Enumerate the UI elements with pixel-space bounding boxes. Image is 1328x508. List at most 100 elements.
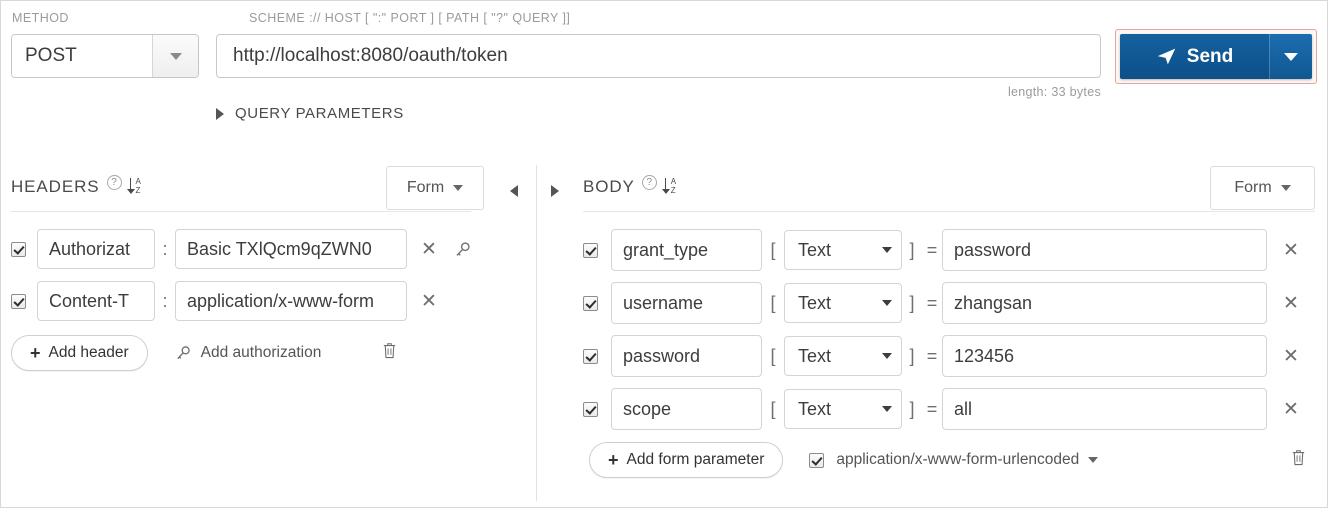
http-request-editor: METHOD SCHEME :// HOST [ ":" PORT ] [ PA…	[0, 0, 1328, 508]
url-value: http://localhost:8080/oauth/token	[233, 45, 508, 66]
body-pane: BODY ? A Z Form grant_type [Text] = pa…	[537, 161, 1327, 507]
param-type-select[interactable]: Text	[784, 230, 902, 270]
query-parameters-toggle[interactable]: QUERY PARAMETERS	[216, 105, 404, 122]
add-form-parameter-button[interactable]: + Add form parameter	[589, 442, 784, 478]
content-type-select[interactable]: application/x-www-form-urlencoded	[836, 451, 1099, 469]
method-select[interactable]: POST	[11, 34, 199, 78]
param-enabled-checkbox[interactable]	[583, 348, 598, 364]
headers-header: HEADERS ? A Z Form	[1, 161, 536, 213]
sort-az-icon[interactable]: A Z	[662, 177, 680, 196]
header-name-value: Content-T	[49, 290, 130, 311]
param-name-input[interactable]: username	[611, 282, 762, 324]
headers-rows: Authorizat : Basic TXlQcm9qZWN0 ✕ Conten…	[11, 229, 526, 371]
remove-param-icon[interactable]: ✕	[1267, 347, 1315, 366]
equals-sign: =	[926, 345, 938, 366]
url-input[interactable]: http://localhost:8080/oauth/token	[216, 34, 1101, 78]
help-icon[interactable]: ?	[641, 175, 657, 190]
add-header-button[interactable]: + Add header	[11, 335, 148, 371]
bracket-open: [	[770, 345, 776, 366]
header-value-input[interactable]: Basic TXlQcm9qZWN0	[175, 229, 407, 269]
request-length-note: length: 33 bytes	[1007, 85, 1101, 99]
chevron-down-icon	[882, 406, 892, 412]
sort-az-icon[interactable]: A Z	[127, 177, 145, 196]
body-view-mode-select[interactable]: Form	[1210, 166, 1315, 210]
header-separator: :	[162, 290, 168, 311]
add-header-label: Add header	[48, 344, 129, 361]
delete-body-button[interactable]	[1290, 448, 1307, 472]
delete-headers-button[interactable]	[381, 341, 398, 365]
param-value-input[interactable]: all	[942, 388, 1267, 430]
add-authorization-label: Add authorization	[200, 344, 322, 361]
param-type-value: Text	[798, 398, 832, 419]
headers-pane: HEADERS ? A Z Form Authorizat: Basic TX…	[1, 161, 536, 507]
table-row: Authorizat : Basic TXlQcm9qZWN0 ✕	[11, 229, 526, 269]
param-enabled-checkbox[interactable]	[583, 242, 598, 258]
headers-view-mode-select[interactable]: Form	[386, 166, 484, 210]
param-value-input[interactable]: 123456	[942, 335, 1267, 377]
param-type-select[interactable]: Text	[784, 389, 902, 429]
send-options-button[interactable]	[1269, 34, 1312, 79]
body-expand-button[interactable]	[551, 185, 559, 197]
param-value-input[interactable]: zhangsan	[942, 282, 1267, 324]
param-enabled-checkbox[interactable]	[583, 401, 598, 417]
query-parameters-label: QUERY PARAMETERS	[235, 105, 404, 122]
header-enabled-checkbox[interactable]	[11, 293, 26, 309]
equals-sign: =	[926, 239, 938, 260]
help-icon[interactable]: ?	[106, 175, 122, 190]
remove-param-icon[interactable]: ✕	[1267, 241, 1315, 260]
param-enabled-checkbox[interactable]	[583, 295, 598, 311]
header-separator: :	[162, 238, 168, 259]
remove-param-icon[interactable]: ✕	[1267, 294, 1315, 313]
header-name-input[interactable]: Content-T	[37, 281, 155, 321]
chevron-down-icon	[882, 300, 892, 306]
equals-sign: =	[926, 398, 938, 419]
body-view-mode-label: Form	[1234, 179, 1272, 196]
param-name-value: password	[623, 345, 701, 366]
chevron-down-icon	[453, 185, 464, 191]
header-value-text: application/x-www-form	[187, 290, 375, 311]
key-icon	[455, 241, 470, 256]
headers-actions: + Add header Add authorization	[11, 335, 526, 371]
content-type-enabled-checkbox[interactable]	[809, 452, 825, 468]
param-type-select[interactable]: Text	[784, 336, 902, 376]
plus-icon: +	[30, 343, 41, 363]
chevron-down-icon	[882, 247, 892, 253]
param-value-text: 123456	[954, 345, 1015, 366]
param-name-input[interactable]: grant_type	[611, 229, 762, 271]
param-name-value: username	[623, 292, 704, 313]
key-icon	[176, 346, 190, 360]
body-actions: + Add form parameter application/x-www-f…	[583, 442, 1315, 478]
header-key-icon[interactable]	[451, 240, 473, 259]
method-caption: METHOD	[12, 11, 69, 25]
param-name-input[interactable]: scope	[611, 388, 762, 430]
param-value-input[interactable]: password	[942, 229, 1267, 271]
header-enabled-checkbox[interactable]	[11, 241, 26, 257]
chevron-right-icon	[216, 107, 224, 120]
body-divider	[583, 211, 1315, 212]
method-dropdown-button[interactable]	[152, 35, 198, 77]
trash-icon	[384, 343, 396, 359]
headers-collapse-button[interactable]	[510, 185, 518, 197]
content-type-label: application/x-www-form-urlencoded	[836, 451, 1080, 468]
bracket-close: ]	[909, 398, 915, 419]
chevron-down-icon	[169, 52, 182, 60]
table-row: scope [ Text ] = all ✕	[583, 388, 1315, 430]
remove-param-icon[interactable]: ✕	[1267, 400, 1315, 419]
header-name-value: Authorizat	[49, 238, 131, 259]
table-row: password [ Text ] = 123456 ✕	[583, 335, 1315, 377]
method-value: POST	[12, 35, 152, 77]
send-button[interactable]: Send	[1120, 34, 1269, 79]
headers-view-mode-label: Form	[406, 179, 445, 196]
table-row: Content-T : application/x-www-form ✕	[11, 281, 526, 321]
param-type-select[interactable]: Text	[784, 283, 902, 323]
header-name-input[interactable]: Authorizat	[37, 229, 155, 269]
remove-header-icon[interactable]: ✕	[407, 240, 451, 259]
add-authorization-button[interactable]: Add authorization	[174, 344, 322, 362]
param-name-input[interactable]: password	[611, 335, 762, 377]
body-header: BODY ? A Z Form	[537, 161, 1327, 213]
header-value-input[interactable]: application/x-www-form	[175, 281, 407, 321]
body-title-group: BODY ? A Z	[583, 175, 680, 199]
remove-header-icon[interactable]: ✕	[407, 292, 451, 311]
equals-sign: =	[926, 292, 938, 313]
add-form-parameter-label: Add form parameter	[626, 451, 765, 468]
